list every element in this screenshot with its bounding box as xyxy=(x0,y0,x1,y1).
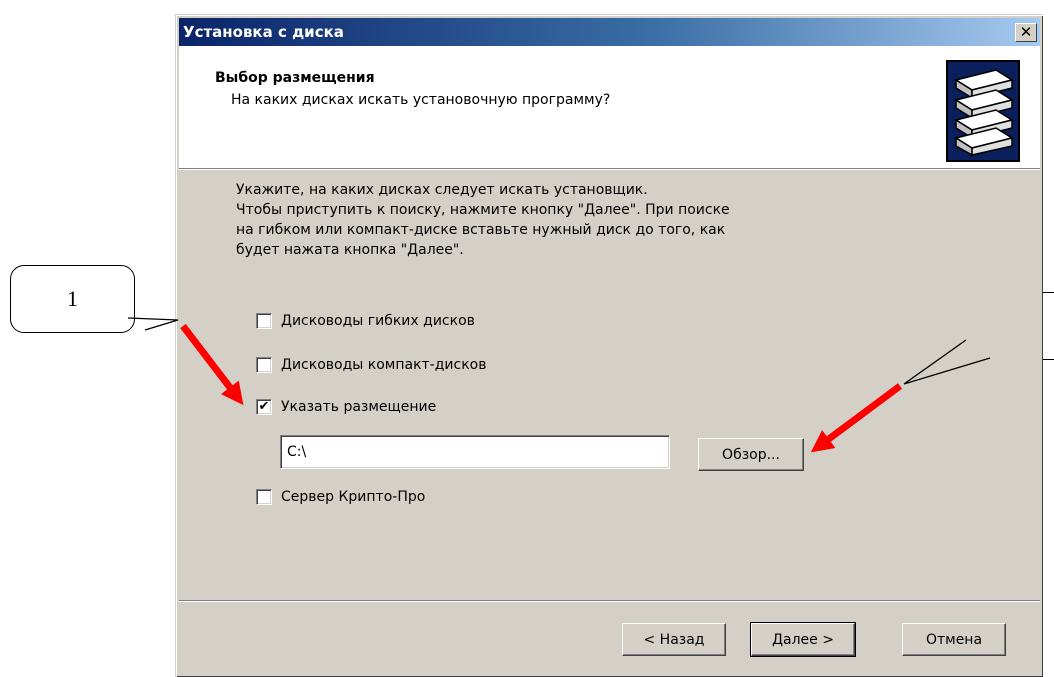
title-bar: Установка с диска ✕ xyxy=(179,18,1040,46)
option-specify-location[interactable]: ✔ Указать размещение xyxy=(256,397,436,417)
close-button[interactable]: ✕ xyxy=(1015,23,1037,42)
option-cryptopro-server-label: Сервер Крипто-Про xyxy=(281,489,426,505)
browse-button[interactable]: Обзор... xyxy=(698,438,804,471)
callout-1: 1 xyxy=(10,265,135,333)
specify-location-checkbox[interactable]: ✔ xyxy=(256,399,272,415)
option-cdrom[interactable]: Дисководы компакт-дисков xyxy=(256,355,486,375)
back-button[interactable]: < Назад xyxy=(622,623,726,656)
option-floppy-label: Дисководы гибких дисков xyxy=(281,313,475,329)
location-path-input[interactable] xyxy=(280,435,670,469)
callout-1-pointer xyxy=(127,317,179,331)
header-title: Выбор размещения xyxy=(215,70,375,86)
option-cdrom-label: Дисководы компакт-дисков xyxy=(281,357,487,373)
cryptopro-server-checkbox[interactable] xyxy=(256,489,272,505)
cancel-button[interactable]: Отмена xyxy=(902,623,1006,656)
option-floppy[interactable]: Дисководы гибких дисков xyxy=(256,311,475,331)
close-icon: ✕ xyxy=(1019,23,1033,41)
cdrom-checkbox[interactable] xyxy=(256,357,272,373)
option-specify-location-label: Указать размещение xyxy=(281,399,437,415)
footer-separator xyxy=(179,600,1040,602)
install-from-disk-dialog: Установка с диска ✕ Выбор размещения На … xyxy=(175,14,1043,677)
option-cryptopro-server[interactable]: Сервер Крипто-Про xyxy=(256,487,425,507)
window-title: Установка с диска xyxy=(183,23,344,41)
stacked-disks-icon xyxy=(946,60,1020,162)
floppy-checkbox[interactable] xyxy=(256,313,272,329)
header-band: Выбор размещения На каких дисках искать … xyxy=(179,46,1040,169)
instructions-text: Укажите, на каких дисках следует искать … xyxy=(236,182,730,258)
next-button[interactable]: Далее > xyxy=(750,622,856,657)
header-subtitle: На каких дисках искать установочную прог… xyxy=(231,92,611,108)
checkmark-icon: ✔ xyxy=(258,399,270,414)
callout-1-label: 1 xyxy=(67,286,78,311)
